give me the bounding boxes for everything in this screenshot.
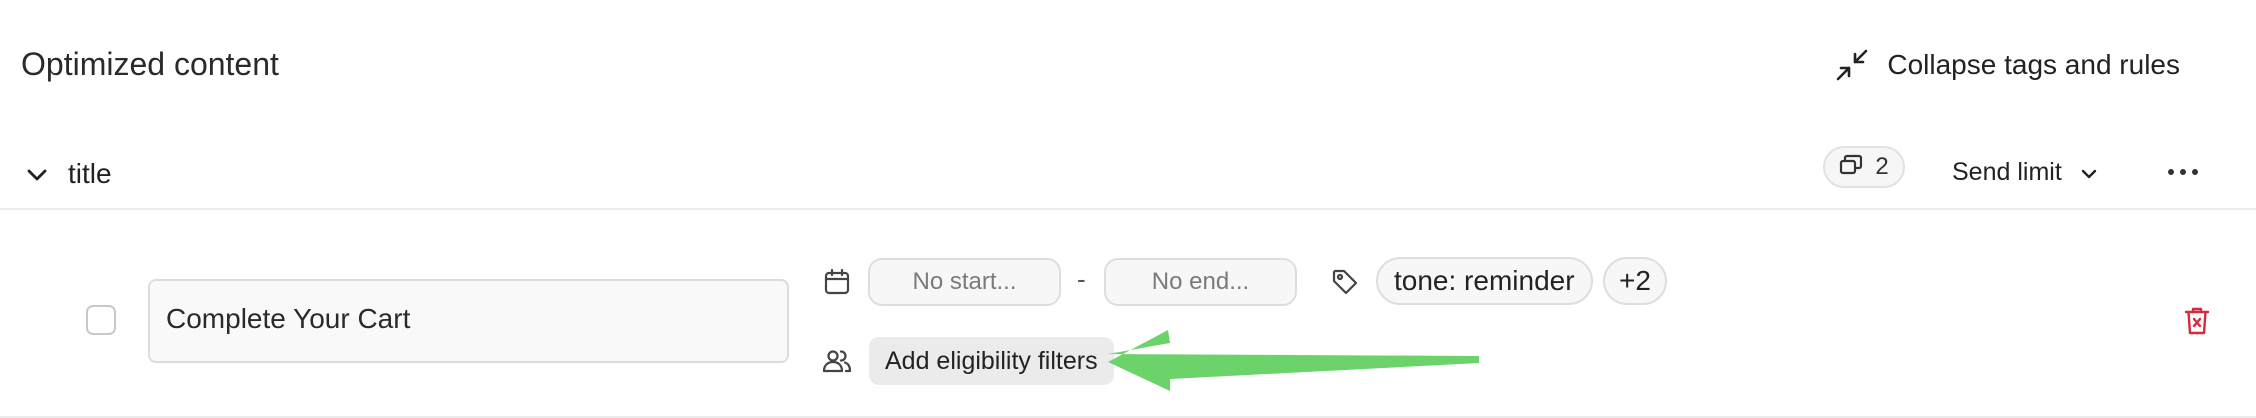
end-date-button[interactable]: No end... [1104, 258, 1297, 306]
chevron-down-icon[interactable] [20, 158, 54, 192]
stack-icon [1839, 153, 1865, 182]
collapse-tags-label: Collapse tags and rules [1887, 49, 2180, 80]
chevron-down-icon [2080, 158, 2098, 187]
start-date-button[interactable]: No start... [868, 258, 1061, 306]
variants-count: 2 [1875, 153, 1889, 180]
variants-count-badge[interactable]: 2 [1823, 146, 1905, 188]
page-title: Optimized content [21, 46, 279, 82]
group-title: title [68, 158, 112, 189]
content-title-input[interactable]: Complete Your Cart [148, 279, 789, 363]
collapse-tags-button[interactable]: Collapse tags and rules [1835, 44, 2180, 86]
item-select-checkbox[interactable] [86, 305, 116, 335]
send-limit-label: Send limit [1952, 157, 2062, 186]
content-group-header: title 2 Send limit [0, 136, 2256, 210]
tag-icon [1328, 265, 1362, 299]
users-icon [820, 344, 854, 378]
date-separator: - [1077, 264, 1086, 294]
calendar-icon [820, 265, 854, 299]
more-options-button[interactable] [2163, 154, 2203, 190]
delete-icon[interactable] [2180, 304, 2214, 338]
more-tags-chip[interactable]: +2 [1603, 257, 1667, 305]
add-eligibility-filters-button[interactable]: Add eligibility filters [869, 337, 1114, 385]
collapse-arrows-icon [1835, 48, 1869, 82]
tag-chip[interactable]: tone: reminder [1376, 257, 1593, 305]
send-limit-dropdown[interactable]: Send limit [1952, 152, 2098, 192]
